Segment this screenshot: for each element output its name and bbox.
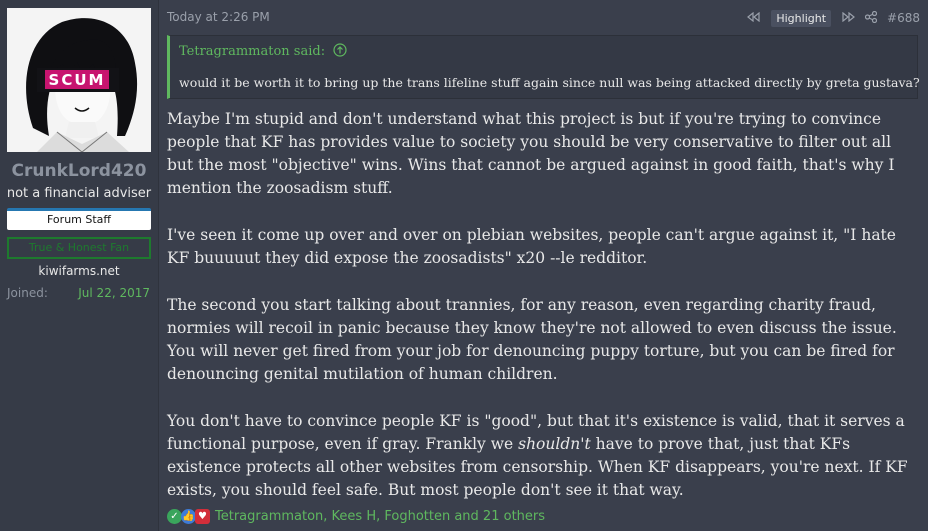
post-paragraph-2: I've seen it come up over and over on pl… bbox=[167, 226, 896, 267]
post-paragraph-1: Maybe I'm stupid and don't understand wh… bbox=[167, 110, 895, 197]
post-number-link[interactable]: #688 bbox=[887, 11, 920, 25]
quote-header[interactable]: Tetragrammaton said: bbox=[179, 43, 347, 59]
joined-label: Joined: bbox=[7, 286, 48, 300]
reaction-users-link[interactable]: Tetragrammaton, Kees H, Foghotten and 21… bbox=[215, 509, 545, 524]
post-paragraph-4-emphasis: shouldn't bbox=[518, 435, 591, 453]
post-actions: Highlight #688 bbox=[747, 8, 920, 28]
jump-to-quote-icon[interactable] bbox=[333, 43, 347, 57]
avatar-image: SCUM bbox=[7, 8, 151, 152]
user-title: not a financial adviser bbox=[6, 186, 152, 201]
check-icon: ✓ bbox=[167, 508, 182, 524]
forum-staff-banner: Forum Staff bbox=[7, 208, 151, 230]
svg-text:SCUM: SCUM bbox=[49, 71, 106, 89]
username[interactable]: CrunkLord420 bbox=[0, 161, 158, 181]
post-paragraph-3: The second you start talking about trann… bbox=[167, 296, 897, 383]
joined-date: Jul 22, 2017 bbox=[78, 286, 150, 300]
thumbs-up-icon: 👍 bbox=[181, 508, 196, 524]
share-icon[interactable] bbox=[864, 10, 878, 26]
quote-author[interactable]: Tetragrammaton said: bbox=[179, 44, 325, 59]
post-body: Maybe I'm stupid and don't understand wh… bbox=[167, 108, 919, 526]
quote-text: would it be worth it to bring up the tra… bbox=[179, 75, 920, 90]
true-honest-fan-banner: True & Honest Fan bbox=[7, 237, 151, 259]
highlight-button[interactable]: Highlight bbox=[771, 9, 832, 27]
heart-icon: ♥ bbox=[195, 508, 210, 524]
previous-highlight-icon[interactable] bbox=[747, 11, 761, 25]
reactions-bar: ✓ 👍 ♥ Tetragrammaton, Kees H, Foghotten … bbox=[167, 507, 545, 525]
avatar[interactable]: SCUM bbox=[7, 8, 151, 152]
user-site: kiwifarms.net bbox=[38, 264, 120, 278]
user-sidebar: SCUM CrunkLord420 not a financial advise… bbox=[0, 0, 159, 531]
quote-block: Tetragrammaton said: would it be worth i… bbox=[167, 35, 920, 99]
post-paragraph-4: You don't have to convince people KF is … bbox=[167, 410, 919, 502]
post-timestamp[interactable]: Today at 2:26 PM bbox=[167, 10, 270, 24]
next-highlight-icon[interactable] bbox=[841, 11, 855, 25]
